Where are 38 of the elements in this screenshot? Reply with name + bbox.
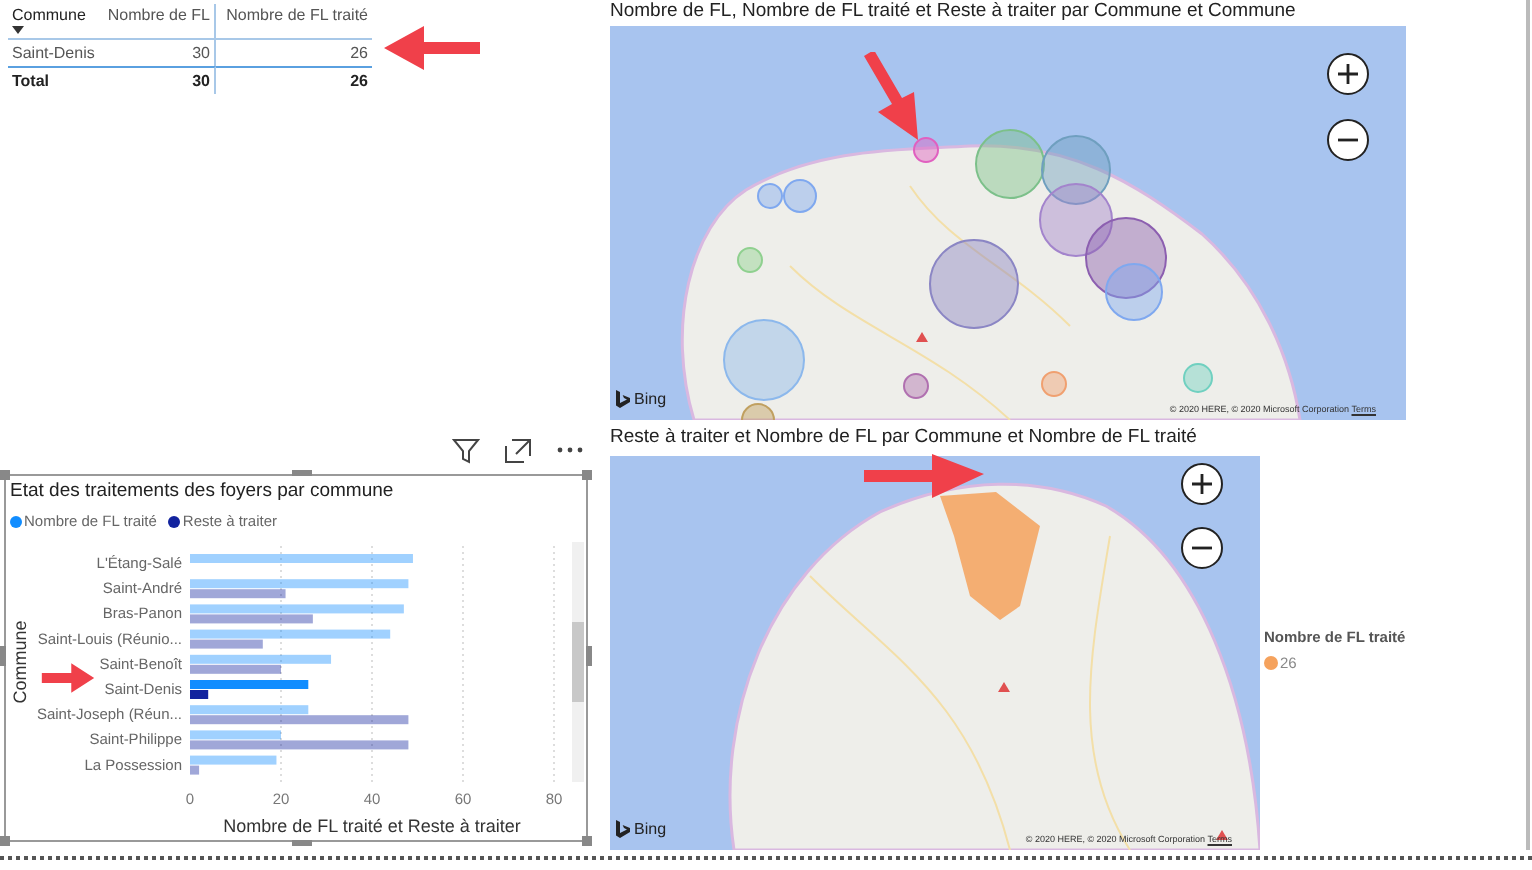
scrollbar[interactable] (572, 542, 584, 782)
resize-handle[interactable] (292, 470, 312, 476)
x-axis-title: Nombre de FL traité et Reste à traiter (223, 816, 521, 836)
total-cell: 26 (350, 72, 368, 90)
total-cell: Total (12, 72, 50, 90)
pointer-arrow (380, 22, 484, 74)
focus-mode-icon[interactable] (504, 437, 532, 463)
column-header[interactable]: Commune (12, 6, 96, 26)
resize-handle[interactable] (586, 646, 592, 666)
column-header[interactable]: Nombre de FL traité (226, 6, 368, 26)
resize-handle[interactable] (292, 840, 312, 846)
chart-title: Etat des traitements des foyers par commune (8, 478, 396, 502)
resize-handle[interactable] (0, 470, 10, 480)
total-cell: 30 (192, 72, 210, 90)
zoom-out-icon[interactable] (1326, 118, 1370, 162)
bar[interactable] (190, 690, 209, 699)
bing-label: Bing (634, 820, 667, 838)
resize-handle[interactable] (582, 836, 592, 846)
table-cell: 26 (350, 44, 368, 62)
more-options-icon[interactable] (556, 446, 584, 454)
resize-handle[interactable] (0, 836, 10, 846)
table-cell: 30 (192, 44, 210, 62)
bing-logo-icon (616, 390, 630, 408)
pointer-arrow (860, 450, 988, 502)
resize-handle[interactable] (0, 646, 6, 666)
zoom-in-icon[interactable] (1180, 462, 1224, 506)
zoom-in-icon[interactable] (1326, 52, 1370, 96)
y-axis-title: Commune (10, 620, 30, 704)
resize-handle[interactable] (582, 470, 592, 480)
column-header[interactable]: Nombre de FL (107, 6, 210, 26)
sort-caret-icon (12, 26, 24, 34)
bing-logo-icon (616, 820, 630, 838)
table-cell: Saint-Denis (12, 44, 95, 62)
map-title: Nombre de FL, Nombre de FL traité et Reste à traiter par Commune et Commune (610, 0, 1298, 26)
map-title: Reste à traiter et Nombre de FL par Commune et Nombre de FL traité (610, 426, 1199, 452)
filter-icon[interactable] (452, 437, 480, 463)
zoom-out-icon[interactable] (1180, 526, 1224, 570)
bing-label: Bing (634, 390, 667, 408)
